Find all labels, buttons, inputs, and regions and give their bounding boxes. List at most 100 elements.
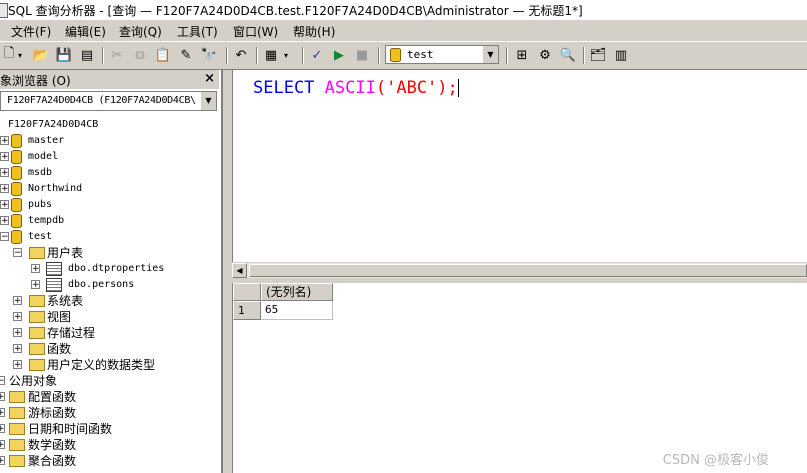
close-icon[interactable]: × xyxy=(204,71,215,86)
find-icon[interactable]: 🔭 xyxy=(200,46,218,64)
collapse-icon[interactable]: − xyxy=(0,376,5,386)
tree-table-dtproperties[interactable]: + dbo.dtproperties xyxy=(0,261,200,277)
tree-table-label: dbo.dtproperties xyxy=(68,263,165,274)
expand-icon[interactable]: + xyxy=(13,344,22,354)
expand-icon[interactable]: + xyxy=(0,424,5,434)
app-icon xyxy=(0,3,8,18)
tree-folder-user-datatypes[interactable]: + 用户定义的数据类型 xyxy=(0,357,200,373)
folder-icon xyxy=(9,455,25,467)
cancel-query-icon[interactable]: ■ xyxy=(353,46,371,64)
collapse-icon[interactable]: − xyxy=(13,248,22,258)
menu-window[interactable]: 窗口(W) xyxy=(231,23,280,40)
query-editor[interactable]: SELECT ASCII('ABC'); xyxy=(232,70,807,262)
expand-icon[interactable]: + xyxy=(0,152,9,162)
expand-icon[interactable]: + xyxy=(0,456,5,466)
watermark: CSDN @极客小俊 xyxy=(662,453,769,468)
show-plan-icon[interactable]: ⊞ xyxy=(513,46,531,64)
sql-text[interactable]: SELECT ASCII('ABC'); xyxy=(253,78,459,98)
tree-folder-datetime-functions[interactable]: + 日期和时间函数 xyxy=(0,421,200,437)
menu-query[interactable]: 查询(Q) xyxy=(117,23,164,40)
tree-folder-functions[interactable]: + 函数 xyxy=(0,341,200,357)
open-icon[interactable]: 📂 xyxy=(32,46,50,64)
expand-icon[interactable]: + xyxy=(0,408,5,418)
expand-icon[interactable]: + xyxy=(0,392,5,402)
expand-icon[interactable]: + xyxy=(0,184,9,194)
save-icon[interactable]: 💾 xyxy=(55,46,73,64)
expand-icon[interactable]: + xyxy=(0,440,5,450)
tree-folder-system-tables[interactable]: + 系统表 xyxy=(0,293,200,309)
scrollbar-thumb[interactable] xyxy=(249,264,807,277)
menu-edit[interactable]: 编辑(E) xyxy=(63,23,108,40)
tree-folder-user-tables[interactable]: − 用户表 xyxy=(0,245,200,261)
tree-server-label: F120F7A24D0D4CB xyxy=(8,119,99,130)
menu-bar: 文件(F) 编辑(E) 查询(Q) 工具(T) 窗口(W) 帮助(H) xyxy=(0,20,807,42)
folder-icon xyxy=(9,439,25,451)
clear-window-icon[interactable]: ✎ xyxy=(177,46,195,64)
tree-folder-views[interactable]: + 视图 xyxy=(0,309,200,325)
menu-help[interactable]: 帮助(H) xyxy=(291,23,337,40)
tree-db-pubs[interactable]: + pubs xyxy=(0,197,200,213)
expand-icon[interactable]: + xyxy=(13,296,22,306)
menu-tools[interactable]: 工具(T) xyxy=(175,23,220,40)
folder-icon xyxy=(29,295,45,307)
tree-db-msdb[interactable]: + msdb xyxy=(0,165,200,181)
tree-db-master[interactable]: + master xyxy=(0,133,200,149)
expand-icon[interactable]: + xyxy=(13,312,22,322)
index-tuning-icon[interactable]: ⚙ xyxy=(536,46,554,64)
expand-icon[interactable]: + xyxy=(13,360,22,370)
tree-folder-cursor-functions[interactable]: + 游标函数 xyxy=(0,405,200,421)
results-grid[interactable]: (无列名) 1 65 xyxy=(232,283,807,473)
tree-db-northwind[interactable]: + Northwind xyxy=(0,181,200,197)
paste-icon[interactable]: 📋 xyxy=(154,46,172,64)
expand-icon[interactable]: + xyxy=(31,280,40,290)
tree-folder-math-functions[interactable]: + 数学函数 xyxy=(0,437,200,453)
tree-db-test[interactable]: − test xyxy=(0,229,200,245)
column-header[interactable]: (无列名) xyxy=(261,283,333,301)
result-cell[interactable]: 65 xyxy=(261,301,333,320)
tree-folder-aggregate-functions[interactable]: + 聚合函数 xyxy=(0,453,200,469)
database-icon xyxy=(11,214,22,228)
expand-icon[interactable]: + xyxy=(0,216,9,226)
toolbar-separator xyxy=(102,47,104,64)
expand-icon[interactable]: + xyxy=(0,136,9,146)
object-browser-title: 象浏览器 (O) xyxy=(0,74,71,88)
object-search-icon[interactable]: 🔍 xyxy=(559,46,577,64)
results-grid-icon[interactable]: ▦ xyxy=(262,46,280,64)
parse-query-icon[interactable]: ✓ xyxy=(308,46,326,64)
cut-icon[interactable]: ✂ xyxy=(108,46,126,64)
tree-db-model[interactable]: + model xyxy=(0,149,200,165)
execute-icon[interactable]: ▶ xyxy=(330,46,348,64)
database-select[interactable]: test ▼ xyxy=(385,45,499,64)
chevron-down-icon[interactable]: ▼ xyxy=(482,46,498,63)
chevron-down-icon[interactable]: ▼ xyxy=(201,92,216,110)
properties-icon[interactable]: ▥ xyxy=(612,46,630,64)
insert-template-icon[interactable]: ▤ xyxy=(78,46,96,64)
folder-icon xyxy=(29,327,45,339)
object-browser-header: 象浏览器 (O) × xyxy=(0,70,219,89)
sql-open-paren: ( xyxy=(375,78,387,98)
folder-icon xyxy=(9,423,25,435)
server-select[interactable]: F120F7A24D0D4CB (F120F7A24D0D4CB\ ▼ xyxy=(0,91,217,111)
tree-folder-label: 聚合函数 xyxy=(28,454,77,468)
object-browser-icon[interactable]: 🗂 xyxy=(589,46,607,64)
tree-folder-config-functions[interactable]: + 配置函数 xyxy=(0,389,200,405)
collapse-icon[interactable]: − xyxy=(0,232,9,242)
tree-table-persons[interactable]: + dbo.persons xyxy=(0,277,200,293)
menu-file[interactable]: 文件(F) xyxy=(9,23,53,40)
expand-icon[interactable]: + xyxy=(0,168,9,178)
scroll-left-icon[interactable]: ◀ xyxy=(232,263,247,278)
tree-folder-stored-procedures[interactable]: + 存储过程 xyxy=(0,325,200,341)
database-icon xyxy=(11,150,22,164)
tree-folder-label: 配置函数 xyxy=(28,390,77,404)
editor-horizontal-scrollbar[interactable]: ◀ xyxy=(232,262,807,278)
new-query-dropdown-icon[interactable]: ▾ xyxy=(16,46,24,64)
expand-icon[interactable]: + xyxy=(13,328,22,338)
undo-icon[interactable]: ↶ xyxy=(232,46,250,64)
tree-db-tempdb[interactable]: + tempdb xyxy=(0,213,200,229)
expand-icon[interactable]: + xyxy=(31,264,40,274)
results-dropdown-icon[interactable]: ▾ xyxy=(282,46,290,64)
row-number[interactable]: 1 xyxy=(233,301,261,320)
copy-icon[interactable]: ⧉ xyxy=(131,46,149,64)
expand-icon[interactable]: + xyxy=(0,200,9,210)
tree-folder-common-objects[interactable]: − 公用对象 xyxy=(0,373,200,389)
